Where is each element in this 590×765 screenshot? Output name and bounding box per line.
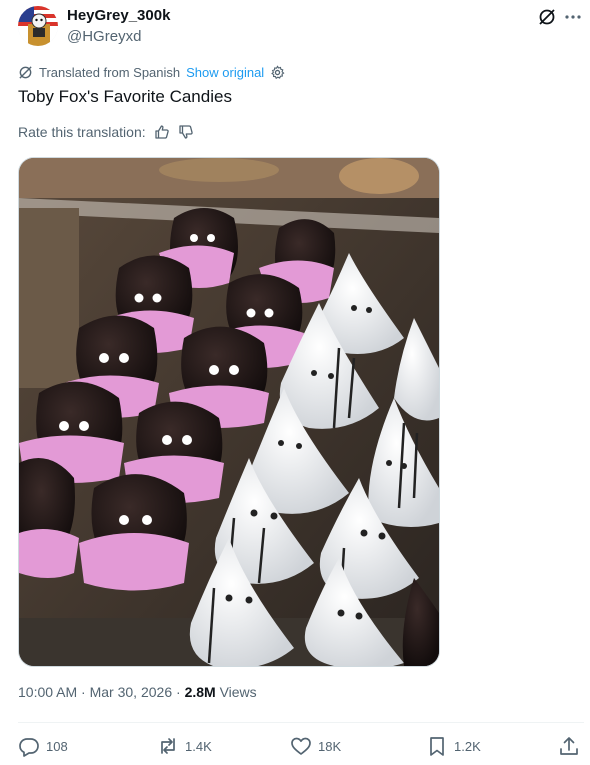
translation-notice: Translated from Spanish Show original bbox=[18, 62, 285, 82]
bookmark-count: 1.2K bbox=[454, 738, 481, 754]
thumbs-down-icon[interactable] bbox=[178, 124, 194, 140]
post-date[interactable]: Mar 30, 2026 bbox=[90, 684, 173, 700]
black-candy bbox=[79, 474, 189, 591]
bookmark-icon bbox=[426, 735, 448, 757]
post-text: Toby Fox's Favorite Candies bbox=[18, 87, 232, 106]
show-original-link[interactable]: Show original bbox=[186, 65, 264, 80]
reply-button[interactable]: 108 bbox=[18, 735, 68, 757]
views-label: Views bbox=[219, 684, 257, 700]
share-icon bbox=[558, 735, 580, 757]
thumbs-up-icon[interactable] bbox=[154, 124, 170, 140]
repost-count: 1.4K bbox=[185, 738, 212, 754]
handle[interactable]: @HGreyxd bbox=[67, 28, 141, 45]
post-meta: 10:00 AM · Mar 30, 2026 · 2.8M Views bbox=[18, 684, 257, 700]
rate-translation-label: Rate this translation: bbox=[18, 124, 146, 140]
share-button[interactable] bbox=[558, 735, 580, 757]
more-icon[interactable] bbox=[563, 7, 583, 27]
divider bbox=[18, 722, 584, 723]
action-bar: 108 1.4K 18K 1.2K bbox=[18, 735, 584, 759]
rate-translation-row: Rate this translation: bbox=[18, 122, 194, 142]
views-count: 2.8M bbox=[184, 684, 216, 700]
like-count: 18K bbox=[318, 738, 342, 754]
translated-from-label: Translated from Spanish bbox=[39, 64, 181, 80]
grok-icon[interactable] bbox=[537, 7, 557, 27]
meta-separator: · bbox=[176, 684, 181, 700]
repost-button[interactable]: 1.4K bbox=[157, 735, 212, 757]
meta-separator: · bbox=[81, 684, 86, 700]
post-time[interactable]: 10:00 AM bbox=[18, 684, 77, 700]
like-button[interactable]: 18K bbox=[290, 735, 341, 757]
reply-icon bbox=[18, 735, 40, 757]
black-candy bbox=[19, 458, 79, 578]
avatar[interactable] bbox=[18, 6, 58, 46]
post-image[interactable] bbox=[18, 157, 440, 667]
repost-icon bbox=[157, 735, 179, 757]
reply-count: 108 bbox=[46, 738, 68, 754]
gear-icon[interactable] bbox=[270, 64, 285, 80]
bookmark-button[interactable]: 1.2K bbox=[426, 735, 481, 757]
like-icon bbox=[290, 735, 312, 757]
display-name[interactable]: HeyGrey_300k bbox=[67, 7, 170, 24]
translate-icon bbox=[18, 65, 33, 80]
